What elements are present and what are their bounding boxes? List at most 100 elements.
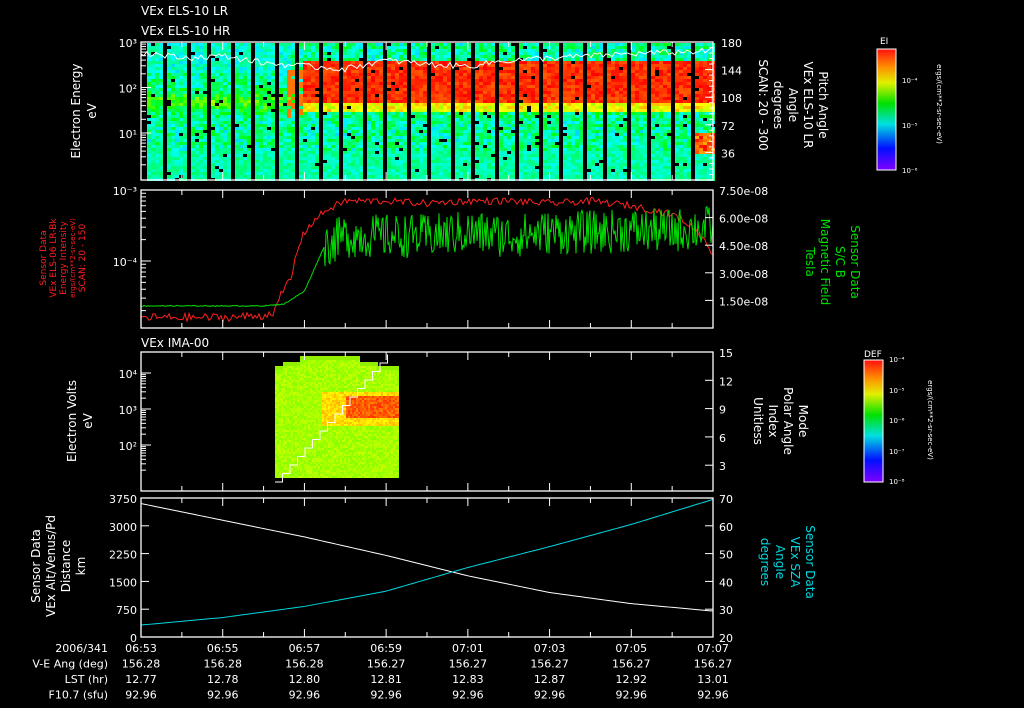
spectrogram-cell <box>195 79 199 82</box>
spectrogram-cell <box>303 43 307 46</box>
spectrogram-cell <box>203 148 207 151</box>
spectrogram-cell <box>359 160 363 163</box>
spectrogram-cell <box>283 130 287 133</box>
spectrogram-cell <box>347 55 351 58</box>
spectrogram-cell <box>287 106 291 109</box>
spectrogram-cell <box>187 115 191 118</box>
spectrogram-cell <box>327 133 331 136</box>
spectrogram-cell <box>511 136 515 139</box>
spectrogram-cell <box>323 115 327 118</box>
spectrogram-cell <box>463 124 467 127</box>
spectrogram-cell <box>519 121 523 124</box>
spectrogram-cell <box>547 121 551 124</box>
spectrogram-cell <box>523 49 527 52</box>
spectrogram-cell <box>459 91 463 94</box>
spectrogram-cell <box>383 139 387 142</box>
spectrogram-cell <box>219 109 223 112</box>
spectrogram-cell <box>311 76 315 79</box>
spectrogram-cell <box>399 67 403 70</box>
spectrogram-cell <box>527 52 531 55</box>
spectrogram-cell <box>567 97 571 100</box>
spectrogram-cell <box>231 79 235 82</box>
spectrogram-cell <box>491 55 495 58</box>
spectrogram-cell <box>563 121 567 124</box>
spectrogram-cell <box>267 124 271 127</box>
spectrogram-cell <box>303 97 307 100</box>
spectrogram-cell <box>563 139 567 142</box>
spectrogram-cell <box>487 43 491 46</box>
spectrogram-cell <box>435 160 439 163</box>
spectrogram-cell <box>291 166 295 169</box>
spectrogram-cell <box>451 169 455 172</box>
spectrogram-cell <box>243 166 247 169</box>
spectrogram-cell <box>247 118 251 121</box>
spectrogram-cell <box>355 166 359 169</box>
spectrogram-cell <box>247 145 251 148</box>
spectrogram-cell <box>151 109 155 112</box>
spectrogram-cell <box>339 106 343 109</box>
spectrogram-cell <box>347 94 351 97</box>
spectrogram-cell <box>335 73 339 76</box>
spectrogram-cell <box>539 139 543 142</box>
spectrogram-cell <box>443 166 447 169</box>
spectrogram-cell <box>375 154 379 157</box>
spectrogram-cell <box>167 58 171 61</box>
spectrogram-cell <box>415 151 419 154</box>
spectrogram-cell <box>503 91 507 94</box>
spectrogram-cell <box>555 73 559 76</box>
spectrogram-cell <box>331 79 335 82</box>
spectrogram-cell <box>339 91 343 94</box>
spectrogram-cell <box>167 127 171 130</box>
spectrogram-cell <box>335 109 339 112</box>
spectrogram-cell <box>431 130 435 133</box>
spectrogram-cell <box>379 76 383 79</box>
spectrogram-cell <box>331 100 335 103</box>
spectrogram-cell <box>147 124 151 127</box>
spectrogram-cell <box>519 64 523 67</box>
spectrogram-cell <box>523 166 527 169</box>
spectrogram-cell <box>531 85 535 88</box>
spectrogram-cell <box>223 169 227 172</box>
spectrogram-cell <box>379 160 383 163</box>
spectrogram-cell <box>539 151 543 154</box>
spectrogram-cell <box>319 127 323 130</box>
spectrogram-cell <box>287 55 291 58</box>
spectrogram-cell <box>467 145 471 148</box>
spectrogram-cell <box>391 121 395 124</box>
spectrogram-cell <box>479 79 483 82</box>
spectrogram-cell <box>207 97 211 100</box>
spectrogram-cell <box>235 97 239 100</box>
spectrogram-cell <box>223 163 227 166</box>
spectrogram-cell <box>263 151 267 154</box>
spectrogram-cell <box>271 46 275 49</box>
spectrogram-cell <box>319 151 323 154</box>
spectrogram-cell <box>503 52 507 55</box>
spectrogram-cell <box>159 145 163 148</box>
spectrogram-cell <box>259 175 263 178</box>
spectrogram-cell <box>467 160 471 163</box>
spectrogram-cell <box>251 136 255 139</box>
spectrogram-cell <box>275 151 279 154</box>
spectrogram-cell <box>375 121 379 124</box>
spectrogram-cell <box>479 145 483 148</box>
spectrogram-cell <box>419 82 423 85</box>
spectrogram-cell <box>235 157 239 160</box>
spectrogram-cell <box>507 109 511 112</box>
spectrogram-cell <box>215 58 219 61</box>
spectrogram-cell <box>275 154 279 157</box>
spectrogram-cell <box>467 94 471 97</box>
spectrogram-cell <box>295 127 299 130</box>
spectrogram-cell <box>327 109 331 112</box>
spectrogram-cell <box>367 73 371 76</box>
spectrogram-cell <box>163 52 167 55</box>
spectrogram-cell <box>375 76 379 79</box>
spectrogram-cell <box>195 139 199 142</box>
spectrogram-cell <box>215 88 219 91</box>
spectrogram-cell <box>155 76 159 79</box>
spectrogram-cell <box>527 175 531 178</box>
spectrogram-cell <box>263 49 267 52</box>
spectrogram-cell <box>235 73 239 76</box>
spectrogram-cell <box>263 67 267 70</box>
spectrogram-cell <box>295 121 299 124</box>
spectrogram-cell <box>483 151 487 154</box>
